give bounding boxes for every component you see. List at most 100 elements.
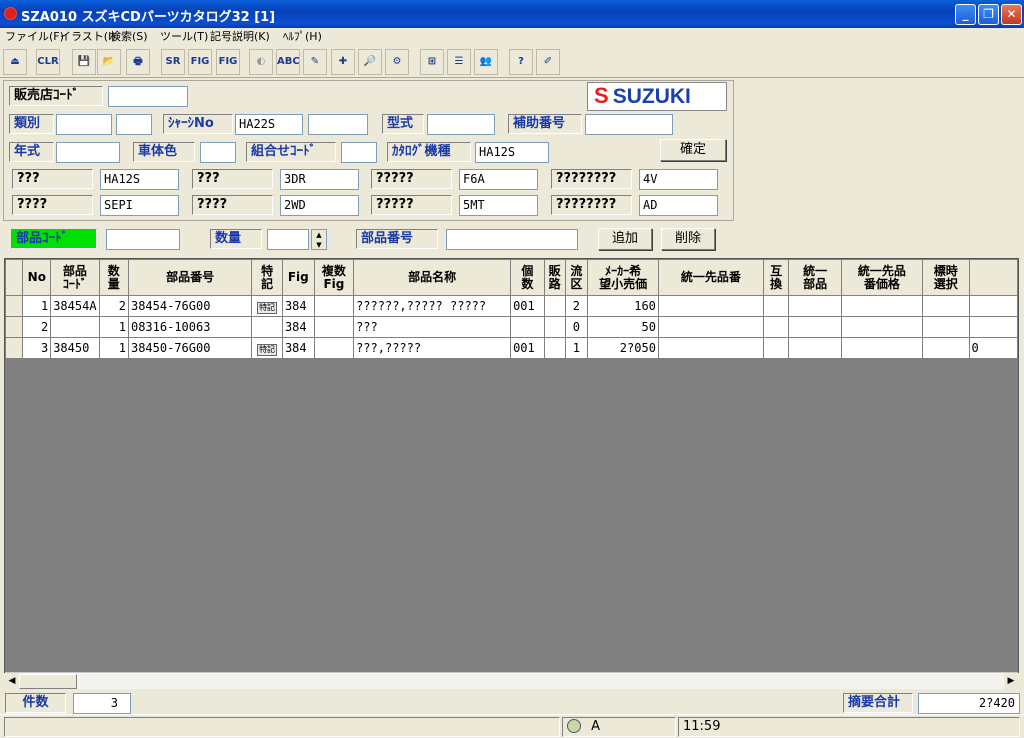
column-header[interactable]: 特記 (251, 259, 283, 296)
add-button[interactable]: 追加 (598, 228, 652, 250)
column-header[interactable] (968, 259, 1019, 296)
key-search-icon[interactable]: 🔎 (358, 49, 382, 75)
column-header[interactable]: 流区 (564, 259, 589, 296)
edit-icon[interactable]: ✎ (303, 49, 327, 75)
row-selector[interactable] (4, 337, 24, 359)
cell-qty[interactable]: 1 (98, 316, 129, 338)
cell-hanro[interactable] (543, 295, 566, 317)
combo-code-input[interactable] (341, 142, 377, 163)
cell-kosu[interactable]: 001 (510, 337, 545, 359)
column-header[interactable]: 統一 部品 (788, 259, 842, 296)
cell-price[interactable]: 160 (587, 295, 659, 317)
column-header[interactable]: 互換 (762, 259, 790, 296)
cell-multi[interactable] (313, 316, 355, 338)
quantity-input[interactable] (267, 229, 309, 250)
cell-price[interactable]: 2?050 (587, 337, 659, 359)
cell-kosu[interactable]: 001 (510, 295, 545, 317)
cell-tokki[interactable] (251, 316, 283, 338)
cell-unified[interactable] (657, 337, 764, 359)
column-header[interactable]: Fig (281, 259, 315, 296)
cell-multi[interactable] (313, 337, 355, 359)
cell-code[interactable] (50, 316, 100, 338)
cell-hyoji[interactable] (921, 337, 970, 359)
column-header[interactable]: 標時 選択 (921, 259, 970, 296)
cell-code[interactable]: 38450 (50, 337, 100, 359)
fig-icon[interactable]: FIG (188, 49, 212, 75)
cell-u-part[interactable] (788, 295, 842, 317)
parts-grid[interactable]: No 部品 ｺｰﾄﾞ数量部品番号特記 Fig 複数 Fig 部品名称個数販路流区ﾒｰｶｰ希望… (4, 258, 1019, 673)
app-icon[interactable] (4, 7, 17, 20)
exit-icon[interactable]: ⏏ (3, 49, 27, 75)
cell-tokki[interactable]: 特記 (251, 295, 283, 317)
cell-extra[interactable] (968, 316, 1019, 338)
maximize-button[interactable]: ❐ (978, 4, 999, 25)
cell-gokan[interactable] (762, 337, 790, 359)
column-header[interactable]: 部品 ｺｰﾄﾞ (50, 259, 100, 296)
catalog-model-input[interactable]: HA12S (475, 142, 549, 163)
cell-qty[interactable]: 2 (98, 295, 129, 317)
disc-icon[interactable]: ◐ (249, 49, 273, 75)
cell-fig[interactable]: 384 (281, 337, 315, 359)
row-selector[interactable] (4, 316, 24, 338)
column-header[interactable]: 統一先品 番価格 (840, 259, 923, 296)
cell-unified[interactable] (657, 316, 764, 338)
open-folder-icon[interactable]: 📂 (97, 49, 121, 75)
cell-no[interactable]: 2 (22, 316, 52, 338)
cell-extra[interactable]: 0 (968, 337, 1019, 359)
cell-name[interactable]: ??????,????? ????? (353, 295, 512, 317)
chassis-serial-input[interactable] (308, 114, 368, 135)
save-icon[interactable]: 💾 (72, 49, 96, 75)
aux-number-input[interactable] (585, 114, 673, 135)
cell-unified[interactable] (657, 295, 764, 317)
confirm-button[interactable]: 確定 (660, 139, 726, 161)
column-header[interactable]: 数量 (98, 259, 129, 296)
delete-button[interactable]: 削除 (661, 228, 715, 250)
print-icon[interactable]: 🖶 (126, 49, 150, 75)
special-note-button[interactable]: 特記 (257, 301, 278, 314)
cell-part-no[interactable]: 08316-10063 (127, 316, 253, 338)
cell-name[interactable]: ??? (353, 316, 512, 338)
close-button[interactable]: ✕ (1001, 4, 1022, 25)
column-header[interactable]: No (22, 259, 52, 296)
type-input-2[interactable] (116, 114, 152, 135)
table-row[interactable]: 3 38450 1 38450-76G00 特記 384???,????? 001 1 2?05… (4, 337, 1019, 359)
column-header[interactable]: 複数 Fig (313, 259, 355, 296)
scroll-right-icon[interactable]: ▶ (1004, 673, 1018, 690)
menu-file[interactable]: ファイル(F) (5, 28, 64, 46)
quantity-stepper[interactable]: ▲ ▼ (311, 229, 327, 250)
shop-code-input[interactable] (108, 86, 188, 107)
window-icon[interactable]: ⊞ (420, 49, 444, 75)
cell-price[interactable]: 50 (587, 316, 659, 338)
special-note-button[interactable]: 特記 (257, 343, 278, 356)
stepper-up-icon[interactable]: ▲ (316, 231, 321, 239)
cell-part-no[interactable]: 38454-76G00 (127, 295, 253, 317)
part-number-input[interactable] (446, 229, 578, 250)
cell-hanro[interactable] (543, 316, 566, 338)
part-code-input[interactable] (106, 229, 180, 250)
cell-u-price[interactable] (840, 316, 923, 338)
column-header[interactable]: ﾒｰｶｰ希 望小売価 (587, 259, 659, 296)
cell-fig[interactable]: 384 (281, 316, 315, 338)
cell-multi[interactable] (313, 295, 355, 317)
cell-no[interactable]: 1 (22, 295, 52, 317)
users-icon[interactable]: 👥 (474, 49, 498, 75)
table-row[interactable]: 2 1 08316-10063 384??? 0 50 (4, 316, 1019, 338)
cell-kosu[interactable] (510, 316, 545, 338)
year-input[interactable] (56, 142, 120, 163)
cell-fig[interactable]: 384 (281, 295, 315, 317)
list-icon[interactable]: ☰ (447, 49, 471, 75)
column-header[interactable]: 個数 (510, 259, 545, 296)
fig-list-icon[interactable]: FIG (216, 49, 240, 75)
column-header[interactable]: 部品番号 (127, 259, 253, 296)
type-input-1[interactable] (56, 114, 112, 135)
cell-ryuku[interactable]: 0 (564, 316, 589, 338)
cell-hyoji[interactable] (921, 316, 970, 338)
cell-u-part[interactable] (788, 316, 842, 338)
cell-u-price[interactable] (840, 337, 923, 359)
row-selector[interactable] (4, 295, 24, 317)
table-row[interactable]: 1 38454A 2 38454-76G00 特記 384??????,????? ???… (4, 295, 1019, 317)
scroll-left-icon[interactable]: ◀ (5, 673, 19, 690)
menu-symbols[interactable]: 記号説明(K) (210, 28, 270, 46)
cell-gokan[interactable] (762, 316, 790, 338)
column-header[interactable] (4, 259, 24, 296)
